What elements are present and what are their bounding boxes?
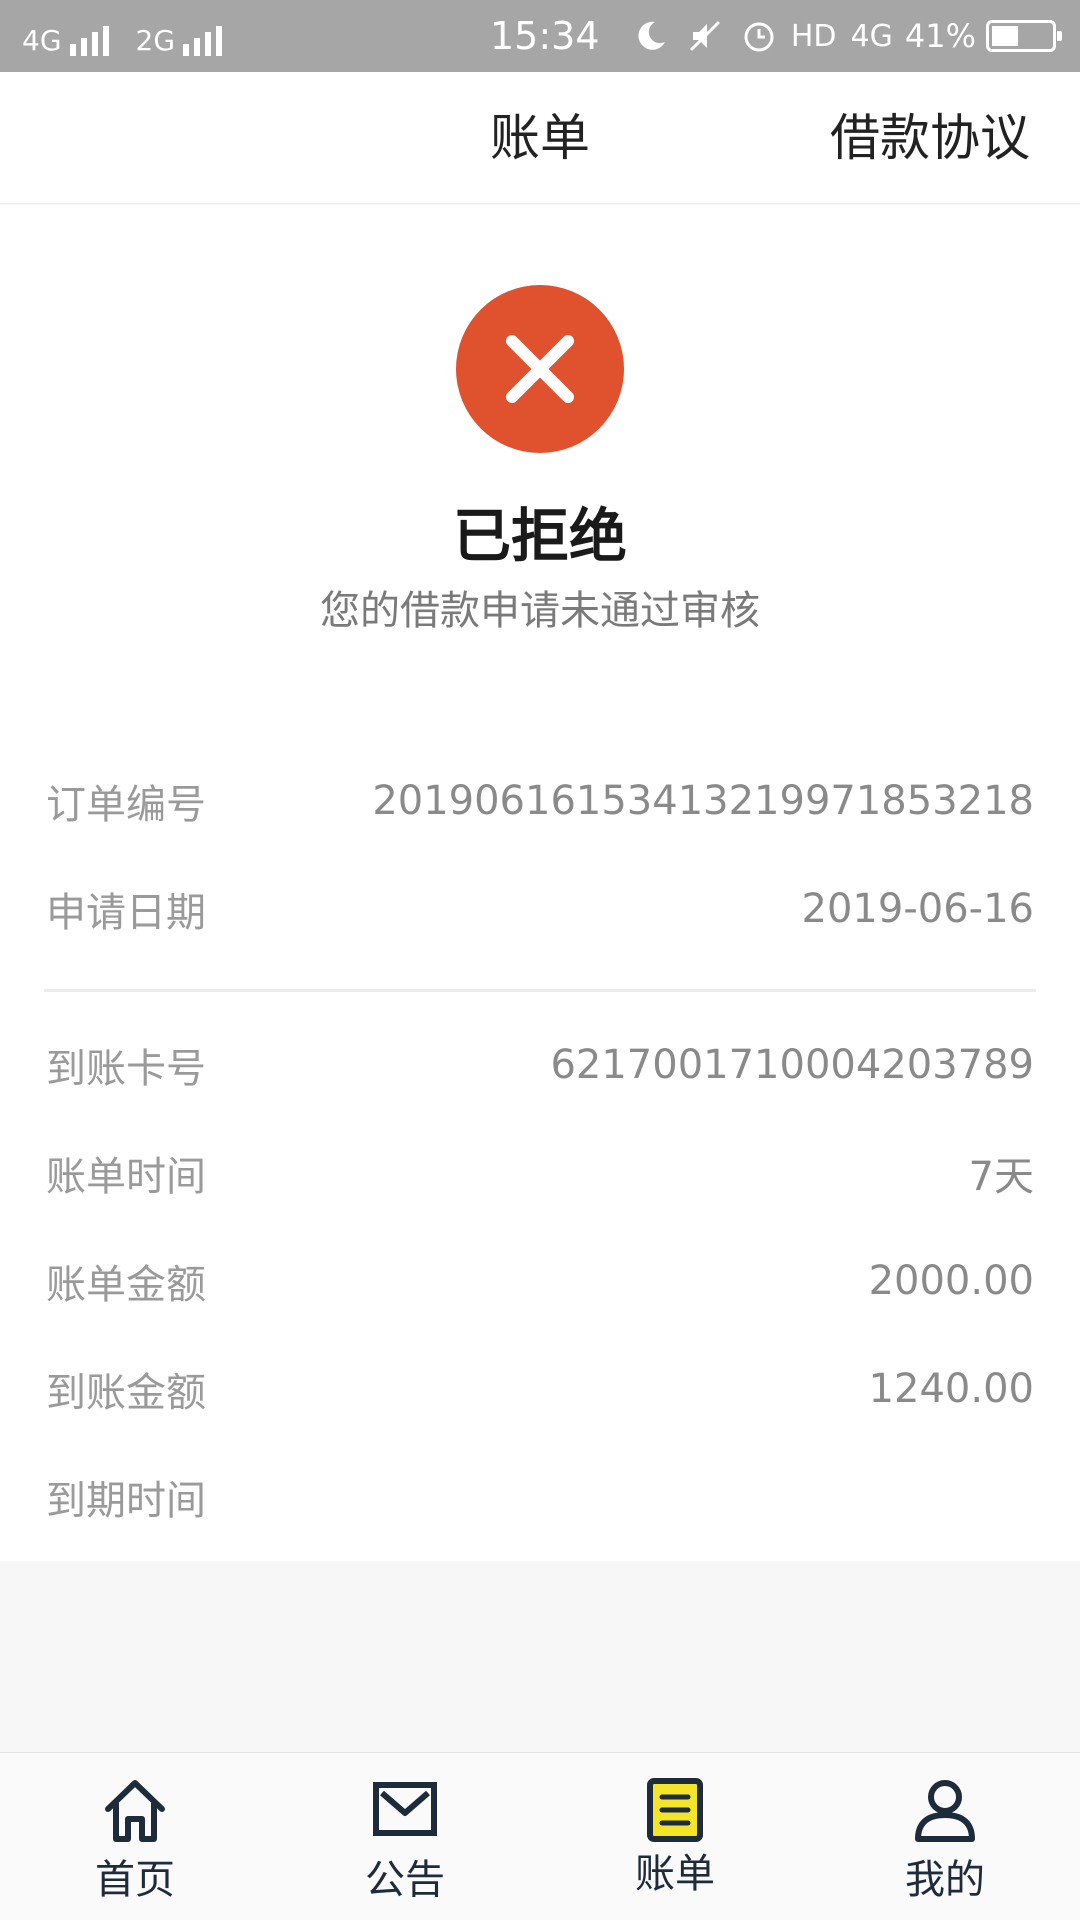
apply-date-value: 2019-06-16 xyxy=(801,886,1034,932)
hd-indicator: HD xyxy=(790,18,837,54)
bill-period-row: 账单时间 7天 xyxy=(46,1143,1034,1203)
bottom-nav: 首页 公告 账单 我的 xyxy=(0,1752,1080,1920)
sim1-network: 4G xyxy=(22,24,62,57)
order-no-row: 订单编号 201906161534132199718532​18 xyxy=(46,771,1034,831)
status-bar: 4G 2G 15:34 HD 4G 41% xyxy=(0,0,1080,72)
nav-item-bill[interactable]: 账单 xyxy=(540,1753,810,1920)
card-no-label: 到账卡号 xyxy=(46,1046,206,1092)
order-no-label: 订单编号 xyxy=(46,782,206,828)
signal-icon xyxy=(183,24,227,56)
nav-item-notice[interactable]: 公告 xyxy=(270,1753,540,1920)
card-no-row: 到账卡号 6217001710004203789 xyxy=(46,1035,1034,1095)
received-amount-row: 到账金额 1240.00 xyxy=(46,1359,1034,1419)
nav-item-mine[interactable]: 我的 xyxy=(810,1753,1080,1920)
home-icon xyxy=(105,1780,165,1842)
bill-detail-card: 已拒绝 您的借款申请未通过审核 订单编号 2019061615341321997… xyxy=(0,205,1080,1561)
battery-percent: 41% xyxy=(904,17,976,55)
signal-group: 4G 2G xyxy=(22,18,249,56)
card-no-value: 6217001710004203789 xyxy=(550,1042,1034,1088)
status-icons: HD 4G 41% xyxy=(615,14,1062,58)
nav-item-home[interactable]: 首页 xyxy=(0,1753,270,1920)
bill-amount-row: 账单金额 2000.00 xyxy=(46,1251,1034,1311)
loan-agreement-link[interactable]: 借款协议 xyxy=(830,106,1030,170)
page-header: 账单 借款协议 xyxy=(0,72,1080,204)
due-time-row: 到期时间 xyxy=(46,1467,1034,1527)
clock: 15:34 xyxy=(490,14,600,58)
mail-icon xyxy=(373,1782,437,1836)
status-title: 已拒绝 xyxy=(452,502,627,570)
nav-label-bill: 账单 xyxy=(635,1851,715,1897)
network-type: 4G xyxy=(850,18,893,54)
moon-icon xyxy=(638,21,665,50)
battery-icon xyxy=(986,20,1062,52)
sim2-network: 2G xyxy=(135,24,176,57)
nav-label-mine: 我的 xyxy=(905,1857,985,1903)
signal-icon xyxy=(69,24,114,56)
status-subtitle: 您的借款申请未通过审核 xyxy=(320,588,760,634)
bill-amount-label: 账单金额 xyxy=(46,1262,206,1308)
nav-label-home: 首页 xyxy=(95,1857,175,1903)
received-amount-label: 到账金额 xyxy=(46,1370,206,1416)
bill-period-label: 账单时间 xyxy=(46,1154,206,1200)
bill-amount-value: 2000.00 xyxy=(868,1258,1034,1304)
bill-icon xyxy=(647,1778,703,1842)
apply-date-label: 申请日期 xyxy=(46,890,206,936)
mute-icon xyxy=(689,20,720,52)
reject-status-icon xyxy=(456,285,624,453)
order-no-value: 201906161534132199718532​18 xyxy=(372,778,1034,824)
due-time-label: 到期时间 xyxy=(46,1478,206,1524)
close-icon xyxy=(506,335,574,403)
user-icon xyxy=(915,1780,975,1842)
received-amount-value: 1240.00 xyxy=(868,1366,1034,1412)
divider xyxy=(44,989,1036,992)
alarm-icon xyxy=(744,22,774,52)
bill-period-value: 7天 xyxy=(968,1154,1034,1200)
apply-date-row: 申请日期 2019-06-16 xyxy=(46,879,1034,939)
nav-label-notice: 公告 xyxy=(365,1857,445,1903)
